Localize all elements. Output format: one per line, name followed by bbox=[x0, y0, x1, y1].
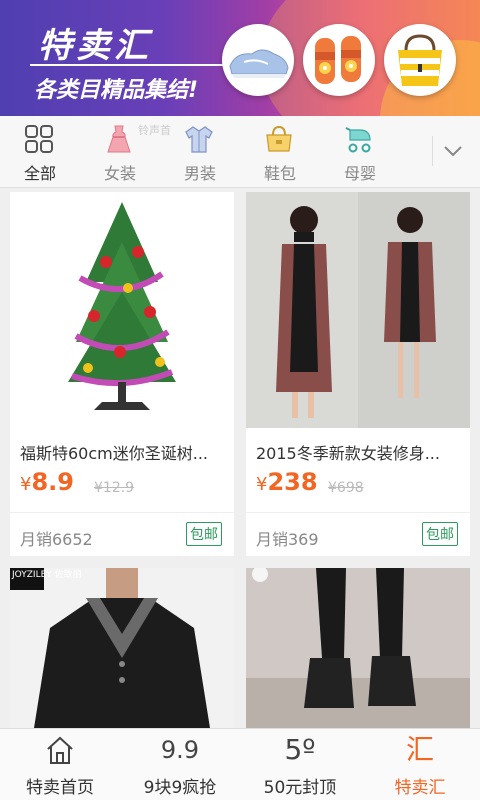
monthly-sales: 月销6652 bbox=[20, 530, 93, 549]
nav-label: 50元封顶 bbox=[263, 778, 337, 798]
category-label: 女装 bbox=[103, 164, 136, 183]
product-image: JOYZILEY 佐致丽 bbox=[10, 568, 234, 728]
card-divider bbox=[10, 512, 234, 513]
sale-hub-icon: 汇 bbox=[405, 733, 434, 766]
nav-9-9-deals[interactable]: 9.9 9块9疯抢 bbox=[120, 729, 240, 800]
banner-title: 特卖汇 bbox=[38, 26, 152, 66]
category-tab-mens[interactable]: 男装 bbox=[162, 116, 232, 188]
product-image bbox=[246, 568, 470, 728]
dress-icon bbox=[104, 124, 134, 154]
category-tab-all[interactable]: 全部 bbox=[2, 116, 72, 188]
nav-sale-hub[interactable]: 汇 特卖汇 bbox=[360, 729, 480, 800]
free-shipping-badge: 包邮 bbox=[186, 522, 222, 546]
nav-label: 9块9疯抢 bbox=[143, 778, 217, 798]
product-price: ¥8.9 bbox=[20, 468, 74, 496]
category-label: 母婴 bbox=[343, 164, 376, 183]
product-price: ¥238 bbox=[256, 468, 318, 496]
category-tab-shoes-bags[interactable]: 鞋包 bbox=[242, 116, 312, 188]
nine-nine-icon: 9.9 bbox=[160, 736, 200, 764]
category-bar: 全部 铃声首 女装 男装 鞋包 母婴 bbox=[0, 116, 480, 188]
banner-divider bbox=[30, 64, 225, 66]
category-label: 男装 bbox=[183, 164, 216, 183]
nav-sale-home[interactable]: 特卖首页 bbox=[0, 729, 120, 800]
fifty-cap-icon: 5º bbox=[284, 733, 316, 766]
category-tab-baby[interactable]: 母婴 bbox=[322, 116, 392, 188]
banner-subtitle: 各类目精品集结! bbox=[34, 78, 199, 103]
product-image bbox=[10, 192, 234, 428]
product-card[interactable]: 2015冬季新款女装修身... ¥238 ¥698 月销369 包邮 bbox=[246, 192, 470, 556]
sandal-image bbox=[303, 24, 375, 96]
card-divider bbox=[246, 512, 470, 513]
handbag-icon bbox=[264, 124, 294, 154]
original-price: ¥12.9 bbox=[94, 480, 135, 496]
nav-label: 特卖首页 bbox=[26, 778, 94, 798]
product-image bbox=[246, 192, 470, 428]
stroller-icon bbox=[344, 124, 374, 154]
product-title: 福斯特60cm迷你圣诞树... bbox=[20, 444, 209, 463]
grid-icon bbox=[24, 124, 54, 154]
sneaker-image bbox=[222, 24, 294, 96]
product-card[interactable] bbox=[246, 568, 470, 728]
bottom-navigation: 特卖首页 9.9 9块9疯抢 5º 50元封顶 汇 特卖汇 bbox=[0, 728, 480, 800]
product-card[interactable]: 福斯特60cm迷你圣诞树... ¥8.9 ¥12.9 月销6652 包邮 bbox=[10, 192, 234, 556]
category-label: 全部 bbox=[23, 164, 56, 183]
home-icon bbox=[40, 733, 80, 767]
category-label: 鞋包 bbox=[263, 164, 296, 183]
shirt-icon bbox=[184, 124, 214, 154]
nav-label: 特卖汇 bbox=[394, 778, 446, 798]
monthly-sales: 月销369 bbox=[256, 530, 319, 549]
chevron-down-icon bbox=[444, 146, 462, 157]
brand-tag: JOYZILEY 佐致丽 bbox=[12, 570, 82, 580]
product-title: 2015冬季新款女装修身... bbox=[256, 444, 440, 463]
original-price: ¥698 bbox=[328, 480, 364, 496]
category-dropdown-button[interactable] bbox=[432, 136, 472, 166]
category-tab-womens[interactable]: 女装 bbox=[82, 116, 152, 188]
free-shipping-badge: 包邮 bbox=[422, 522, 458, 546]
promo-banner[interactable]: 特卖汇 各类目精品集结! bbox=[0, 0, 480, 116]
nav-50-cap[interactable]: 5º 50元封顶 bbox=[240, 729, 360, 800]
product-card[interactable]: JOYZILEY 佐致丽 bbox=[10, 568, 234, 728]
tote-bag-image bbox=[384, 24, 456, 96]
